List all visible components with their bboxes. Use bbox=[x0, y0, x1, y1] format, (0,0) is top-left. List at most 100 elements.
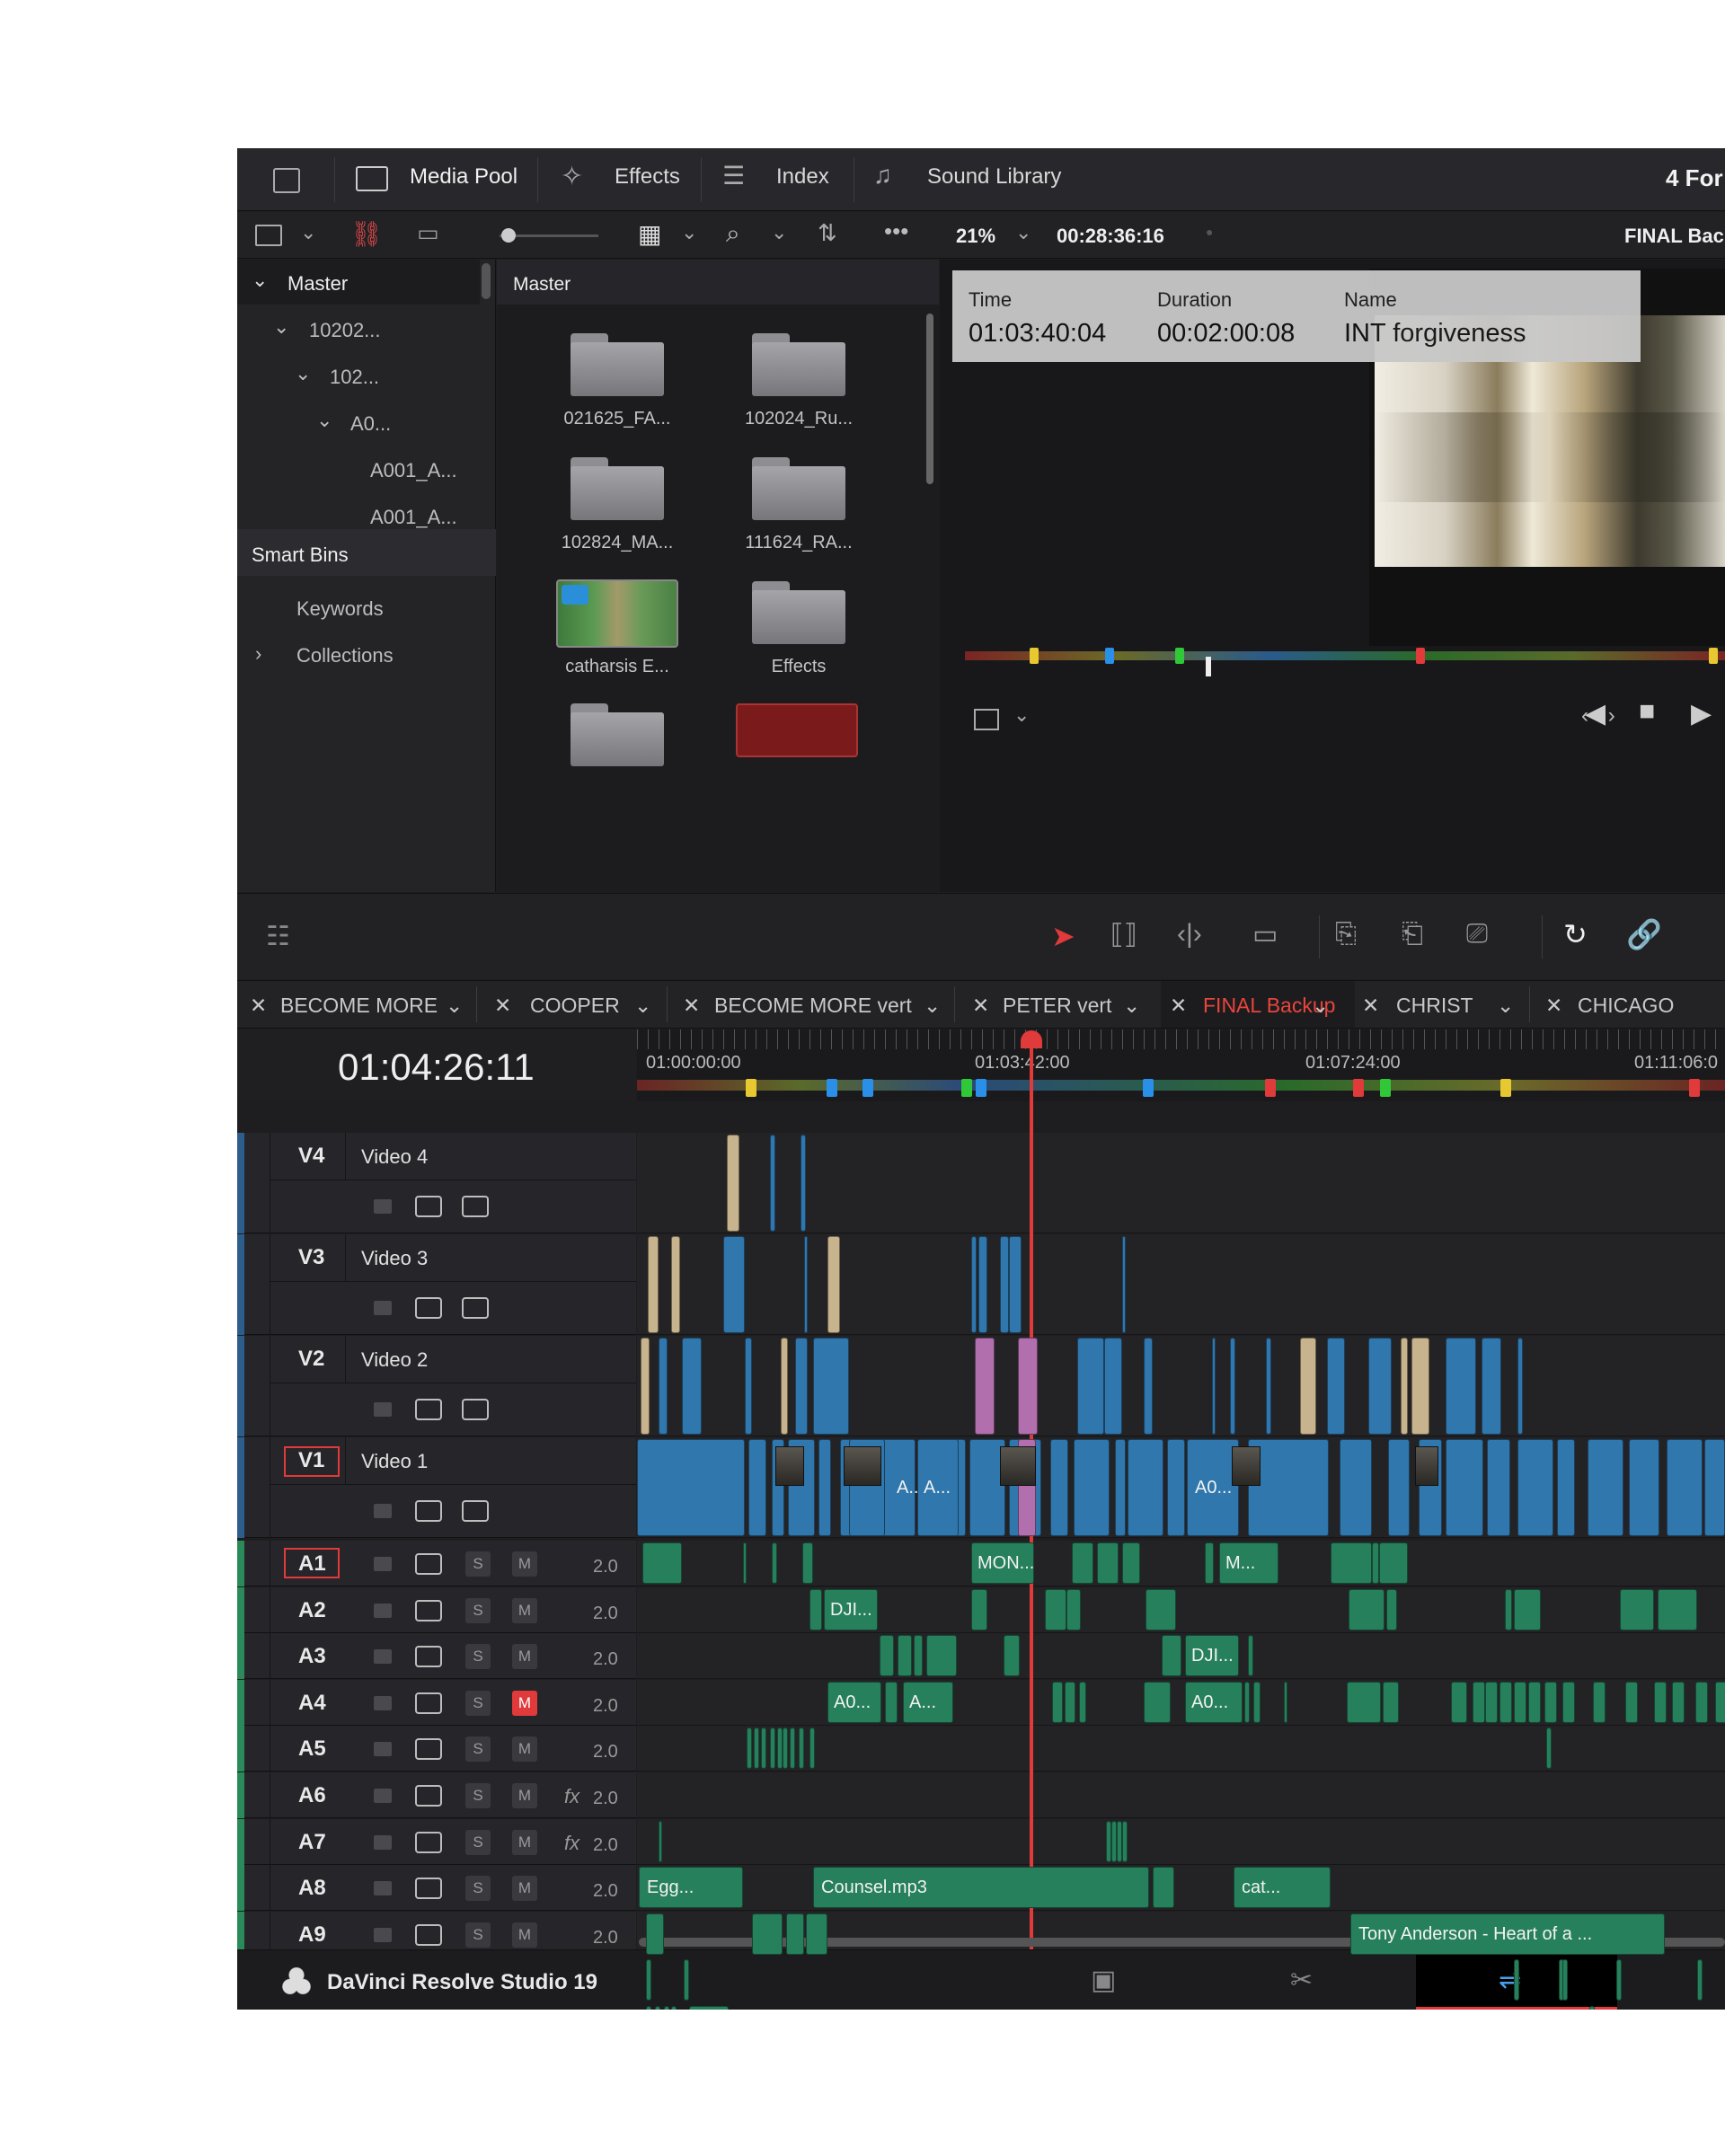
chevron-down-icon[interactable]: ⌄ bbox=[446, 994, 463, 1018]
timeline-clip[interactable] bbox=[1625, 1682, 1638, 1723]
keywords-bin[interactable]: Keywords bbox=[296, 597, 384, 621]
timeline-clip[interactable] bbox=[1079, 1682, 1086, 1723]
timeline-clip[interactable] bbox=[1446, 1439, 1483, 1536]
lock-icon[interactable] bbox=[374, 1696, 392, 1710]
timeline-clip[interactable] bbox=[880, 1635, 894, 1676]
timeline-clip[interactable] bbox=[748, 1439, 766, 1536]
video-track-header[interactable]: V1 Video 1 bbox=[237, 1437, 636, 1538]
list-view-icon[interactable] bbox=[255, 225, 282, 246]
timeline-clip[interactable] bbox=[1144, 1682, 1171, 1723]
timeline-clip[interactable] bbox=[898, 1635, 912, 1676]
chevron-down-icon[interactable]: ⌄ bbox=[681, 221, 697, 244]
marker[interactable] bbox=[961, 1079, 972, 1097]
video-track-header[interactable]: V3 Video 3 bbox=[237, 1234, 636, 1335]
lock-icon[interactable] bbox=[374, 1557, 392, 1571]
timeline-clip[interactable] bbox=[689, 2006, 729, 2010]
viewer-scrub-bar[interactable] bbox=[965, 651, 1725, 660]
marker[interactable] bbox=[1689, 1079, 1700, 1097]
marker[interactable] bbox=[1709, 648, 1718, 664]
timeline-clip[interactable] bbox=[1144, 1338, 1153, 1435]
close-icon[interactable]: ✕ bbox=[1545, 994, 1562, 1018]
timeline-clip[interactable] bbox=[1451, 1682, 1467, 1723]
audio-track-area[interactable] bbox=[637, 1819, 1725, 1865]
close-icon[interactable]: ✕ bbox=[972, 994, 989, 1018]
timeline-clip[interactable] bbox=[1528, 1682, 1541, 1723]
audio-track-header[interactable]: A1 S M 2.0 bbox=[237, 1541, 636, 1586]
auto-select-icon[interactable] bbox=[415, 1600, 442, 1621]
viewer-zoom-level[interactable]: 21% bbox=[956, 225, 995, 248]
folder-icon[interactable] bbox=[571, 333, 664, 396]
folder-icon[interactable] bbox=[752, 457, 845, 520]
insert-clip-icon[interactable]: ⎘ bbox=[1335, 919, 1357, 950]
timeline-clip[interactable] bbox=[1629, 1439, 1659, 1536]
timeline-clip[interactable] bbox=[1327, 1338, 1345, 1435]
timeline-clip[interactable] bbox=[1045, 1589, 1066, 1630]
timeline-clip[interactable] bbox=[655, 2006, 660, 2010]
timeline-clip[interactable] bbox=[1340, 1439, 1372, 1536]
timeline-clip[interactable] bbox=[1347, 1682, 1381, 1723]
folder-icon[interactable] bbox=[752, 581, 845, 644]
marker[interactable] bbox=[746, 1079, 756, 1097]
sort-icon[interactable]: ⇅ bbox=[818, 219, 837, 247]
timeline-clip[interactable] bbox=[1544, 1682, 1557, 1723]
close-icon[interactable]: ✕ bbox=[1362, 994, 1379, 1018]
timeline-clip[interactable] bbox=[646, 1913, 664, 1955]
replace-clip-icon[interactable]: ⎚ bbox=[1466, 919, 1488, 950]
solo-button[interactable]: S bbox=[465, 1644, 491, 1669]
timeline-clip[interactable] bbox=[1616, 1959, 1622, 2001]
bin-item[interactable]: 102... bbox=[330, 366, 379, 389]
lock-icon[interactable] bbox=[374, 1742, 392, 1756]
slider-handle[interactable] bbox=[501, 228, 516, 243]
step-back-icon[interactable]: ◀ bbox=[1585, 698, 1606, 729]
snapping-icon[interactable]: ↻ bbox=[1563, 917, 1588, 951]
auto-select-icon[interactable] bbox=[415, 1878, 442, 1899]
timeline-clip[interactable] bbox=[1153, 1867, 1174, 1908]
chevron-down-icon[interactable]: ⌄ bbox=[1123, 994, 1140, 1018]
timeline-clip[interactable]: M... bbox=[1219, 1542, 1278, 1584]
master-bin-row[interactable] bbox=[237, 260, 480, 305]
timeline-clip[interactable] bbox=[1018, 1338, 1038, 1435]
lock-icon[interactable] bbox=[374, 1402, 392, 1417]
lock-icon[interactable] bbox=[374, 1649, 392, 1664]
timeline-clip[interactable] bbox=[978, 1236, 987, 1333]
timeline-clip[interactable] bbox=[770, 1727, 775, 1769]
timeline-clip[interactable] bbox=[1050, 1439, 1068, 1536]
timeline-clip[interactable] bbox=[659, 1821, 662, 1862]
marker[interactable] bbox=[1030, 648, 1039, 664]
bin-item[interactable]: A001_A... bbox=[370, 506, 457, 529]
timeline-clip[interactable] bbox=[1266, 1338, 1271, 1435]
timeline-clip[interactable] bbox=[1097, 1542, 1119, 1584]
mute-button[interactable]: M bbox=[512, 1922, 537, 1948]
folder-icon[interactable] bbox=[752, 333, 845, 396]
lock-icon[interactable] bbox=[374, 1835, 392, 1850]
close-icon[interactable]: ✕ bbox=[1170, 994, 1187, 1018]
timeline-clip[interactable] bbox=[1546, 1727, 1552, 1769]
timeline-clip[interactable] bbox=[806, 1913, 827, 1955]
folder-label[interactable]: 111624_RA... bbox=[718, 533, 880, 553]
close-icon[interactable]: ✕ bbox=[250, 994, 267, 1018]
marker[interactable] bbox=[1380, 1079, 1391, 1097]
chevron-down-icon[interactable]: ⌄ bbox=[924, 994, 941, 1018]
track-video-icon[interactable] bbox=[462, 1297, 489, 1319]
lock-icon[interactable] bbox=[374, 1301, 392, 1315]
timeline-clip[interactable] bbox=[1122, 1236, 1126, 1333]
audio-track-area[interactable] bbox=[637, 1587, 1725, 1633]
timeline-clip[interactable] bbox=[1167, 1439, 1185, 1536]
timeline-clip[interactable] bbox=[971, 1236, 977, 1333]
timeline-clip[interactable] bbox=[1473, 1682, 1485, 1723]
timeline-clip[interactable] bbox=[809, 1589, 822, 1630]
timeline-clip[interactable] bbox=[745, 1338, 752, 1435]
scrollbar[interactable] bbox=[482, 263, 491, 299]
timeline-clip[interactable] bbox=[1331, 1542, 1372, 1584]
timeline-clip[interactable]: A... bbox=[903, 1682, 953, 1723]
timeline-clip[interactable] bbox=[1072, 1542, 1093, 1584]
timeline-clip[interactable] bbox=[1077, 1338, 1104, 1435]
timeline-clip[interactable] bbox=[786, 1913, 804, 1955]
lock-icon[interactable] bbox=[374, 1881, 392, 1895]
timeline-clip[interactable] bbox=[1009, 1236, 1022, 1333]
bin-item[interactable]: A0... bbox=[350, 412, 391, 436]
folder-label[interactable]: Effects bbox=[718, 657, 880, 677]
chevron-down-icon[interactable]: ⌄ bbox=[252, 269, 268, 292]
comment-icon[interactable]: ▭ bbox=[417, 219, 439, 247]
timeline-clip[interactable] bbox=[975, 1338, 995, 1435]
